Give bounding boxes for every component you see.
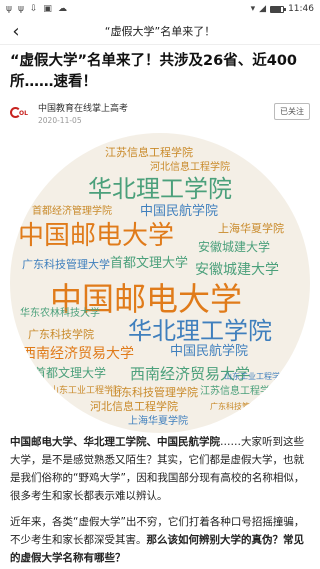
article-headline: “虚假大学”名单来了！共涉及26省、近400所……速看！: [10, 53, 298, 90]
status-right: ▾ ◢ 11:46: [251, 4, 314, 14]
word-cloud-image: 江苏信息工程学院 河北信息工程学院 华北理工学院 首都经济管理学院 中国民航学院…: [10, 133, 310, 433]
battery-icon: [270, 5, 287, 13]
cloud-word: 西南经济贸易大学: [22, 346, 134, 362]
cloud-word: 安徽城建大学: [195, 262, 279, 278]
cloud-word: 首都文理大学: [34, 366, 107, 380]
follow-button[interactable]: 已关注: [274, 103, 310, 120]
cat-icon: ψ: [6, 4, 12, 14]
cloud-word: 广东科技学院: [28, 328, 94, 341]
cloud-word: 华北理工学院: [88, 175, 232, 203]
cloud-word: 上海华夏学院: [128, 416, 188, 427]
back-arrow-icon[interactable]: ‹: [6, 21, 26, 42]
cloud-word: 首都文理大学: [110, 256, 189, 271]
logo-text: OL: [19, 110, 28, 117]
cloud-word: 华北理工学院: [128, 317, 272, 345]
publisher-logo[interactable]: OL: [10, 106, 30, 120]
cloud-word: 上海华夏学院: [218, 222, 284, 235]
cloud-word: 河北信息工程学院: [150, 162, 230, 173]
cloud-icon: ☁: [57, 4, 67, 14]
article-body: 中国邮电大学、华北理工学院、中国民航学院……大家听到这些大学，是不是感觉熟悉又陌…: [0, 433, 320, 567]
author-row: OL 中国教育在线掌上高考 2020-11-05 已关注: [0, 93, 320, 125]
nav-title: “虚假大学”名单来了！: [104, 25, 216, 38]
cloud-word: 广东科技管理大学: [210, 402, 274, 411]
cloud-word: 安徽城建大学: [198, 240, 271, 254]
cloud-word: 广东科技管理大学: [22, 258, 110, 271]
cat-icon: ψ: [17, 4, 24, 14]
status-bar: ψ ψ ⇩ ▣ ☁ ▾ ◢ 11:46: [0, 0, 320, 18]
status-time: 11:46: [288, 4, 314, 14]
p1-bold: 中国邮电大学、华北理工学院、中国民航学院: [10, 436, 220, 448]
cloud-word: 中国民航学院: [170, 344, 249, 359]
cloud-word: 山东工业工程学院: [224, 372, 288, 381]
cloud-word: 中国邮电大学: [18, 221, 175, 251]
cloud-word: 江苏信息工程学院: [105, 146, 193, 159]
status-left-icons: ψ ψ ⇩ ▣ ☁: [6, 4, 67, 14]
author-name[interactable]: 中国教育在线掌上高考: [38, 101, 128, 114]
download-icon: ⇩: [29, 4, 38, 14]
cloud-word: 中国民航学院: [140, 204, 219, 219]
paragraph-2: 近年来，各类“虚假大学”出不穷，它们打着各种口号招摇撞骗，不少考生和家长都深受其…: [10, 513, 310, 567]
cloud-word: 华东农林科技大学: [20, 308, 100, 319]
cloud-word: 江苏信息工程学院: [200, 386, 280, 397]
nav-bar: ‹ “虚假大学”名单来了！: [0, 18, 320, 45]
image-icon: ▣: [43, 4, 52, 14]
wifi-icon: ▾: [250, 4, 256, 14]
cloud-word: 首都经济管理学院: [32, 206, 112, 217]
signal-icon: ◢: [259, 4, 267, 14]
publish-date: 2020-11-05: [38, 116, 82, 125]
word-cloud: 江苏信息工程学院 河北信息工程学院 华北理工学院 首都经济管理学院 中国民航学院…: [10, 133, 310, 433]
cloud-word: 山东科技管理学院: [110, 386, 198, 399]
paragraph-1: 中国邮电大学、华北理工学院、中国民航学院……大家听到这些大学，是不是感觉熟悉又陌…: [10, 433, 310, 505]
cloud-word: 河北信息工程学院: [90, 400, 178, 413]
